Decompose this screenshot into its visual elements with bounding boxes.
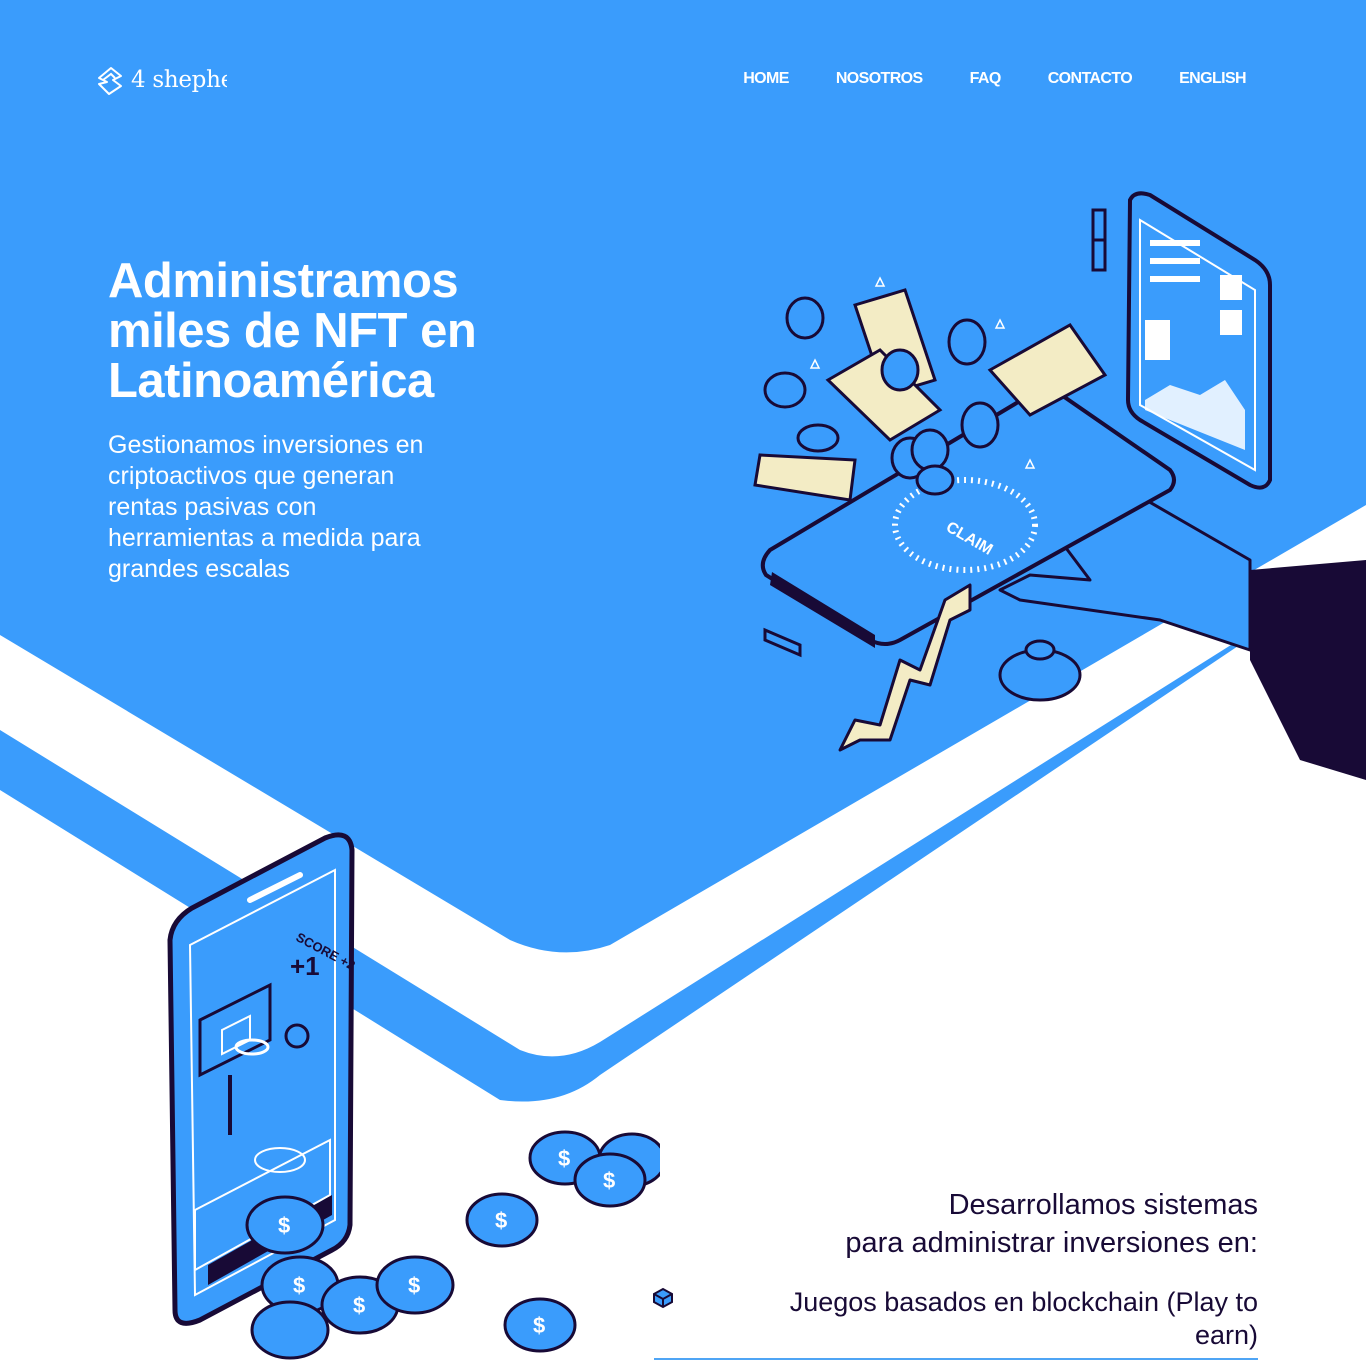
hero-subtitle: Gestionamos inversiones en criptoactivos… [108,431,424,583]
main-nav: HOME NOSOTROS FAQ CONTACTO ENGLISH [743,70,1246,88]
hero-title-line: Latinoamérica [108,354,434,408]
section-title-line: Desarrollamos sistemas [948,1189,1258,1221]
nav-english[interactable]: ENGLISH [1179,70,1247,88]
nav-home[interactable]: HOME [743,70,789,88]
coin-symbol: $ [278,1213,290,1238]
coin-symbol: $ [558,1146,570,1171]
crypto-claim-illustration: CLAIM [753,191,1366,780]
hero-title-line: miles de NFT en [108,304,477,358]
section-title: Desarrollamos sistemas para administrar … [698,1186,1258,1262]
coin-symbol: $ [603,1168,615,1193]
game-phone-icon: SCORE +2 +1 [167,832,358,1326]
brand-name: 4 shepherds [131,67,227,93]
brand-logo[interactable]: 4 shepherds [95,64,227,96]
site-header: 4 shepherds HOME NOSOTROS FAQ CONTACTO E… [0,0,1366,160]
play-to-earn-illustration: SCORE +2 +1 $ $ $ $ $ $ $ $ [167,832,660,1360]
nav-contacto[interactable]: CONTACTO [1048,70,1133,88]
shield-dog-icon [98,67,122,95]
coin-symbol: $ [353,1293,365,1318]
divider [654,1358,1258,1360]
nav-nosotros[interactable]: NOSOTROS [836,70,923,88]
hero-title-line: Administramos [108,254,459,308]
hero-title: Administramos miles de NFT en Latinoamér… [108,256,628,406]
arm-sleeve [1250,560,1366,780]
list-item[interactable]: Juegos basados en blockchain (Play to ea… [650,1286,1258,1360]
coin-symbol: $ [533,1313,545,1338]
chip-icon [763,627,802,658]
points-label: +1 [290,951,320,981]
gear-icon [998,639,1082,702]
cube-icon [653,1287,673,1309]
coin-symbol: $ [293,1273,305,1298]
list-item-label: Juegos basados en blockchain (Play to ea… [789,1287,1258,1350]
nav-faq[interactable]: FAQ [970,70,1002,88]
section-title-line: para administrar inversiones en: [845,1227,1258,1259]
coin-symbol: $ [495,1208,507,1233]
coin-symbol: $ [408,1273,420,1298]
